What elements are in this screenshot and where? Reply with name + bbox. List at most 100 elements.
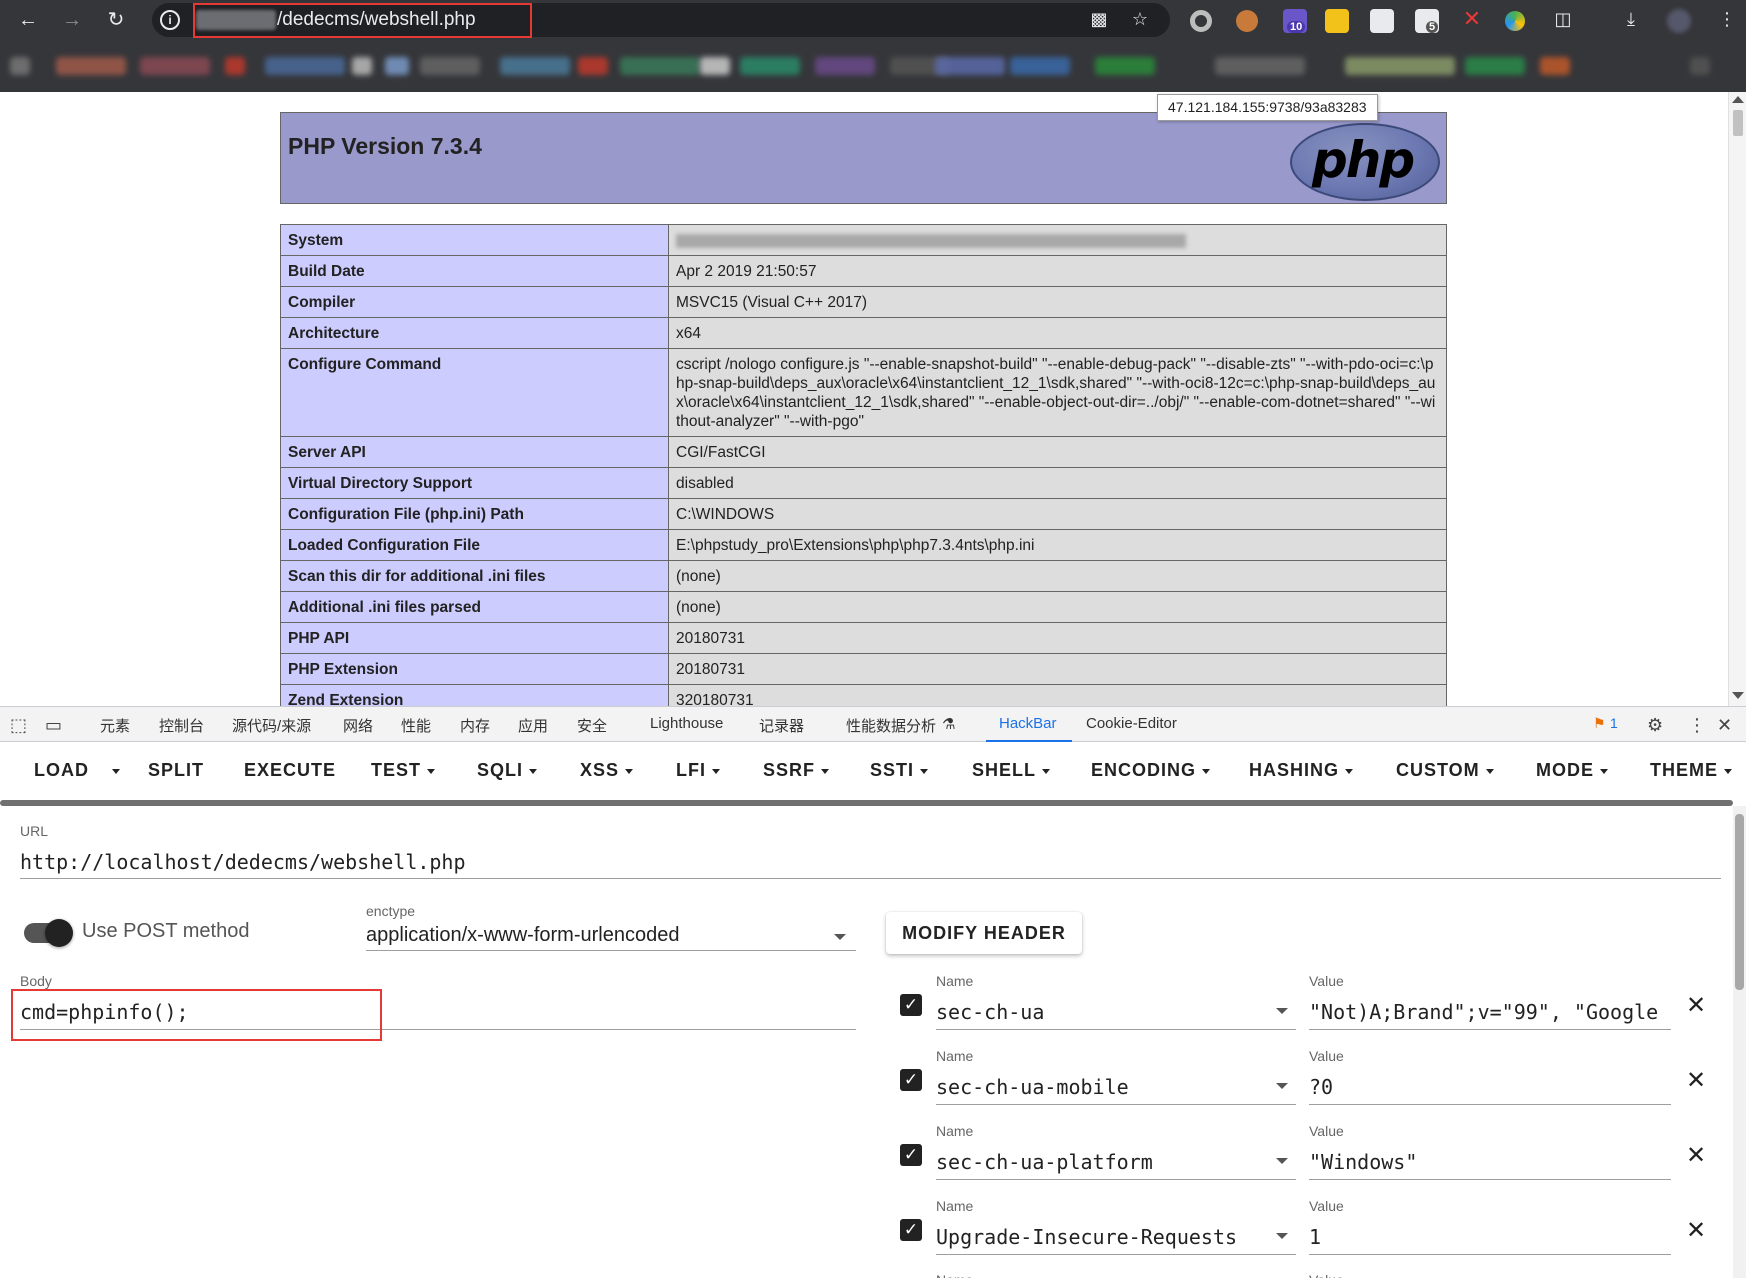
mode-menu[interactable]: MODE [1536, 760, 1608, 781]
encoding-menu[interactable]: ENCODING [1091, 760, 1211, 781]
header-enabled-checkbox[interactable]: ✓ [900, 994, 922, 1016]
tab-sources[interactable]: 源代码/来源 [232, 715, 311, 736]
bookmark-item[interactable] [140, 57, 210, 75]
translate-icon[interactable]: ▩ [1088, 8, 1110, 30]
close-devtools-icon[interactable]: ✕ [1717, 715, 1732, 735]
profile-avatar[interactable] [1667, 9, 1691, 33]
scrollbar-thumb[interactable] [1733, 110, 1743, 136]
download-icon[interactable]: ⤓ [1620, 8, 1642, 30]
bookmark-item[interactable] [1215, 57, 1305, 75]
issues-flag-icon[interactable]: ⚑ [1593, 715, 1606, 732]
modify-header-button[interactable]: MODIFY HEADER [886, 912, 1082, 954]
bookmark-item[interactable] [620, 57, 700, 75]
bookmark-item[interactable] [815, 57, 875, 75]
tab-lighthouse[interactable]: Lighthouse [650, 715, 723, 732]
scroll-up-icon[interactable] [1732, 96, 1744, 103]
settings-gear-icon[interactable]: ⚙ [1647, 715, 1663, 735]
bookmark-item[interactable] [1540, 57, 1570, 75]
extension-colorful-icon[interactable] [1505, 11, 1525, 31]
header-name-input[interactable]: sec-ch-ua-platform [936, 1150, 1256, 1174]
header-enabled-checkbox[interactable]: ✓ [900, 1219, 922, 1241]
header-value-input[interactable]: 1 [1309, 1225, 1671, 1249]
load-button[interactable]: LOAD [34, 760, 89, 781]
bookmark-item[interactable] [500, 57, 570, 75]
test-menu[interactable]: TEST [371, 760, 436, 781]
enctype-dropdown-icon[interactable] [834, 934, 846, 940]
header-name-input[interactable]: sec-ch-ua-mobile [936, 1075, 1256, 1099]
bookmark-item[interactable] [700, 57, 730, 75]
extension-circle-icon[interactable] [1190, 10, 1212, 32]
shell-menu[interactable]: SHELL [972, 760, 1051, 781]
reload-icon[interactable]: ↻ [102, 6, 130, 34]
bookmark-item[interactable] [578, 57, 608, 75]
bookmark-item[interactable] [935, 57, 1005, 75]
extension-x-icon[interactable]: ✕ [1461, 8, 1483, 30]
tab-memory[interactable]: 内存 [460, 715, 490, 736]
tab-console[interactable]: 控制台 [159, 715, 204, 736]
scroll-down-icon[interactable] [1732, 692, 1744, 699]
ssrf-menu[interactable]: SSRF [763, 760, 830, 781]
header-name-input[interactable]: Upgrade-Insecure-Requests [936, 1225, 1256, 1249]
tab-performance[interactable]: 性能 [401, 715, 431, 736]
tab-application[interactable]: 应用 [518, 715, 548, 736]
bookmark-item[interactable] [56, 57, 126, 75]
execute-button[interactable]: EXECUTE [244, 760, 336, 781]
xss-menu[interactable]: XSS [580, 760, 634, 781]
load-dropdown-caret[interactable] [106, 760, 120, 781]
tab-hackbar[interactable]: HackBar [999, 715, 1057, 732]
bookmark-star-icon[interactable]: ☆ [1129, 8, 1151, 30]
bookmark-item[interactable] [352, 57, 372, 75]
site-info-icon[interactable]: i [160, 10, 180, 30]
header-name-dropdown-icon[interactable] [1276, 1083, 1288, 1089]
header-name-dropdown-icon[interactable] [1276, 1008, 1288, 1014]
remove-header-icon[interactable]: ✕ [1686, 1219, 1706, 1243]
remove-header-icon[interactable]: ✕ [1686, 994, 1706, 1018]
header-value-input[interactable]: "Not)A;Brand";v="99", "Google [1309, 1000, 1671, 1024]
extensions-puzzle-icon[interactable]: ◫ [1552, 8, 1574, 30]
device-toolbar-icon[interactable]: ▭ [45, 715, 62, 735]
header-name-dropdown-icon[interactable] [1276, 1158, 1288, 1164]
header-name-dropdown-icon[interactable] [1276, 1233, 1288, 1239]
more-options-icon[interactable]: ⋮ [1688, 715, 1706, 735]
header-enabled-checkbox[interactable]: ✓ [900, 1069, 922, 1091]
lfi-menu[interactable]: LFI [676, 760, 720, 781]
tab-security[interactable]: 安全 [577, 715, 607, 736]
hackbar-scrollbar[interactable] [1733, 806, 1746, 1278]
tab-cookie-editor[interactable]: Cookie-Editor [1086, 715, 1177, 732]
page-scrollbar[interactable] [1728, 92, 1746, 706]
custom-menu[interactable]: CUSTOM [1396, 760, 1494, 781]
ssti-menu[interactable]: SSTI [870, 760, 929, 781]
bookmark-item[interactable] [1010, 57, 1070, 75]
extension-cookie-icon[interactable] [1236, 10, 1258, 32]
tab-network[interactable]: 网络 [343, 715, 373, 736]
bookmark-item[interactable] [10, 57, 30, 75]
issues-count[interactable]: 1 [1610, 715, 1618, 731]
tab-elements[interactable]: 元素 [100, 715, 130, 736]
bookmark-item[interactable] [1345, 57, 1455, 75]
hashing-menu[interactable]: HASHING [1249, 760, 1354, 781]
enctype-select[interactable]: application/x-www-form-urlencoded [366, 924, 679, 947]
bookmark-item[interactable] [225, 57, 245, 75]
bookmark-item[interactable] [420, 57, 480, 75]
bookmark-item[interactable] [385, 57, 409, 75]
header-enabled-checkbox[interactable]: ✓ [900, 1144, 922, 1166]
header-value-input[interactable]: "Windows" [1309, 1150, 1671, 1174]
inspect-element-icon[interactable]: ⬚ [10, 715, 27, 735]
bookmark-item[interactable] [265, 57, 345, 75]
extension-yellow-icon[interactable] [1325, 9, 1349, 33]
url-input[interactable]: http://localhost/dedecms/webshell.php [20, 850, 1720, 874]
bookmark-item[interactable] [740, 57, 800, 75]
tab-performance-insights[interactable]: 性能数据分析 [846, 715, 936, 736]
remove-header-icon[interactable]: ✕ [1686, 1144, 1706, 1168]
menu-dots-icon[interactable]: ⋮ [1716, 8, 1738, 30]
tab-recorder[interactable]: 记录器 [759, 715, 804, 736]
bookmark-item[interactable] [1690, 57, 1710, 75]
back-arrow-icon[interactable]: ← [14, 6, 42, 34]
sqli-menu[interactable]: SQLI [477, 760, 538, 781]
theme-menu[interactable]: THEME [1650, 760, 1732, 781]
header-value-input[interactable]: ?0 [1309, 1075, 1671, 1099]
split-button[interactable]: SPLIT [148, 760, 204, 781]
scrollbar-thumb[interactable] [1735, 814, 1744, 990]
forward-arrow-icon[interactable]: → [58, 6, 86, 34]
header-name-input[interactable]: sec-ch-ua [936, 1000, 1256, 1024]
